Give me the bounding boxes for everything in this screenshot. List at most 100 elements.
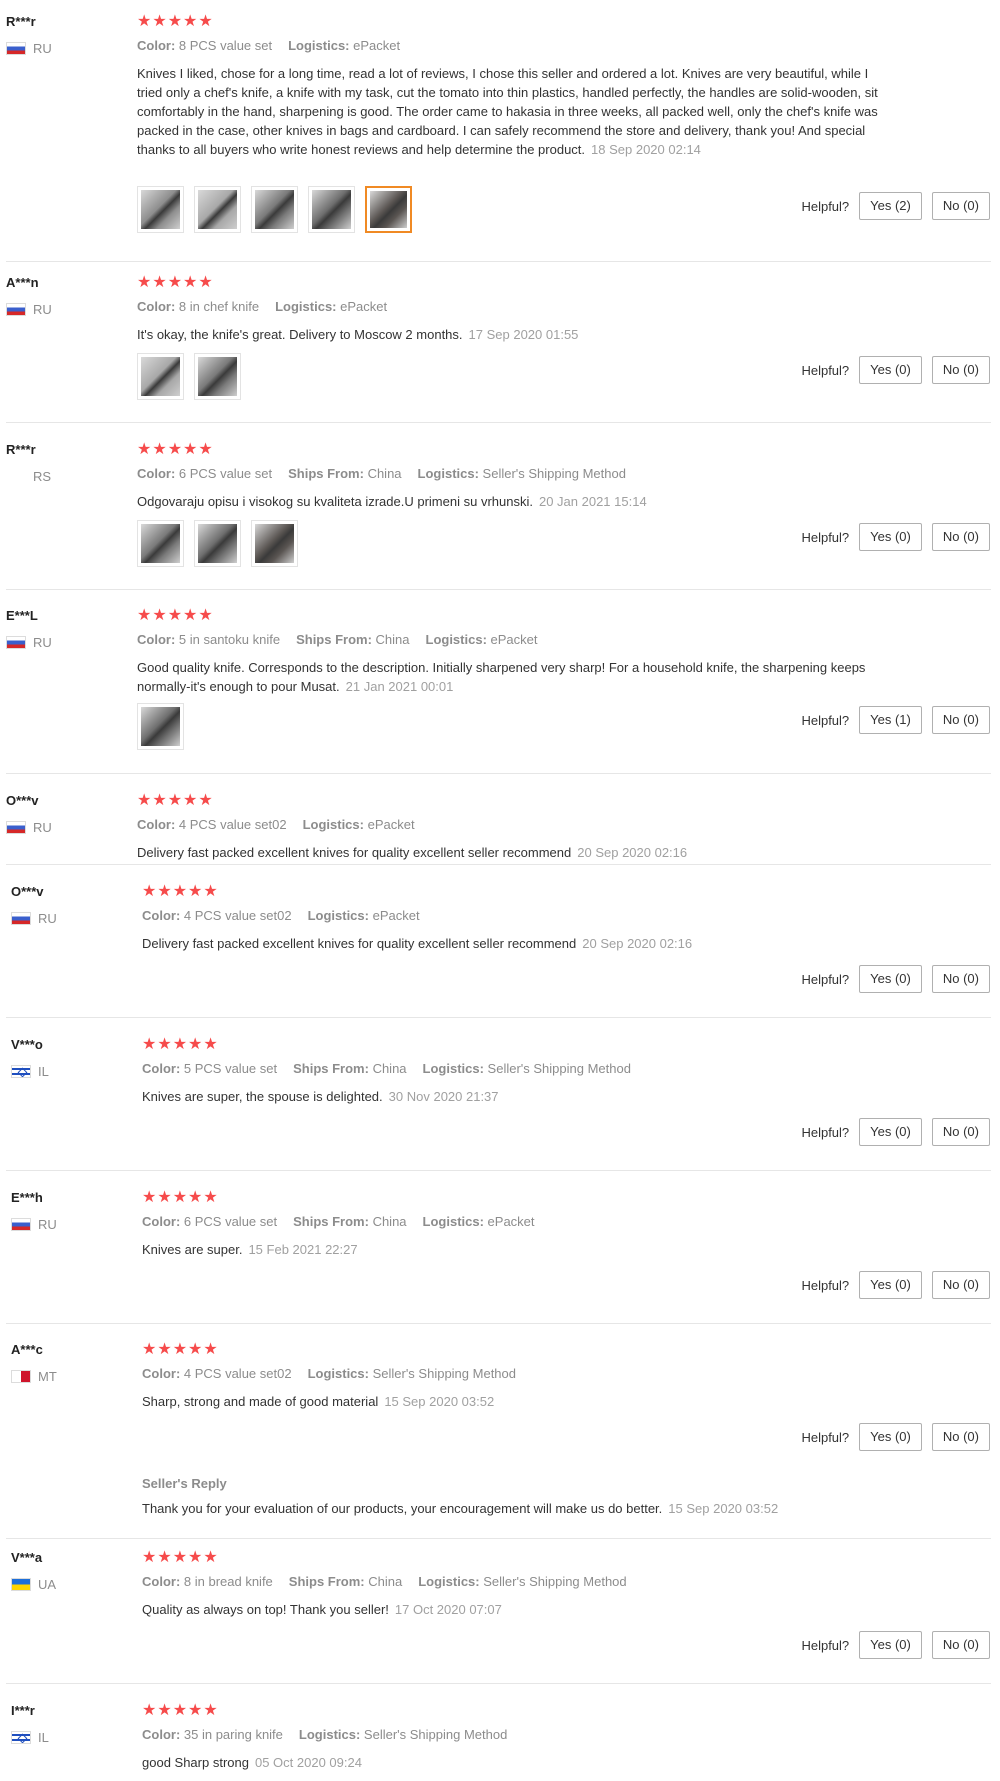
attribute-value: 8 PCS value set (178, 38, 273, 53)
review-body: Delivery fast packed excellent knives fo… (142, 936, 577, 951)
helpful-yes-button[interactable]: Yes (0) (859, 1423, 922, 1451)
buyer-name: O***v (6, 793, 39, 808)
buyer-name: V***a (11, 1550, 43, 1565)
helpful-no-button[interactable]: No (0) (931, 523, 990, 551)
helpful-yes-button[interactable]: Yes (0) (859, 1118, 922, 1146)
review-photo-thumbnail[interactable] (251, 520, 298, 567)
country-code: RU (33, 635, 52, 650)
attribute-value: ePacket (490, 632, 538, 647)
attribute-key: Color: (137, 466, 179, 481)
review-text: good Sharp strong 05 Oct 2020 09:24 (142, 1753, 902, 1772)
country-code: RU (33, 820, 52, 835)
review-photo-thumbnail[interactable] (137, 520, 184, 567)
country-code: RS (33, 469, 52, 484)
helpful-no-button[interactable]: No (0) (931, 1423, 990, 1451)
attribute-key: Color: (142, 1061, 184, 1076)
review-photo-thumbnail[interactable] (308, 186, 355, 233)
buyer-country: RU (11, 911, 57, 926)
flag-placeholder (6, 470, 33, 483)
review-date: 17 Sep 2020 01:55 (468, 327, 579, 342)
attribute-key: Logistics: (417, 466, 483, 481)
helpful-yes-button[interactable]: Yes (0) (859, 1631, 922, 1659)
attribute-value: Seller's Shipping Method (363, 1727, 508, 1742)
attribute-key: Color: (142, 1574, 184, 1589)
attribute-value: ePacket (367, 817, 415, 832)
order-attributes: Color: 6 PCS value set Ships From: China L… (137, 466, 642, 481)
attribute-key: Ships From: (288, 1574, 369, 1589)
review-body: It's okay, the knife's great. Delivery t… (137, 327, 463, 342)
review-photo-thumbnail[interactable] (365, 186, 412, 233)
country-code: RU (38, 911, 57, 926)
country-flag-icon (11, 1370, 31, 1383)
review-date: 30 Nov 2020 21:37 (388, 1089, 499, 1104)
helpful-no-button[interactable]: No (0) (931, 706, 990, 734)
helpful-no-button[interactable]: No (0) (931, 1271, 990, 1299)
helpful-yes-button[interactable]: Yes (0) (859, 965, 922, 993)
review-date: 18 Sep 2020 02:14 (591, 142, 701, 157)
review-body: Odgovaraju opisu i visokog su kvaliteta … (137, 494, 533, 509)
review-photos (137, 703, 194, 750)
helpful-yes-button[interactable]: Yes (2) (859, 192, 922, 220)
attribute-value: ePacket (372, 908, 420, 923)
attribute-key: Logistics: (422, 1061, 488, 1076)
helpful-label: Helpful? (801, 1124, 850, 1140)
attribute-key: Logistics: (422, 1214, 488, 1229)
buyer-name: E***L (6, 608, 38, 623)
helpful-voting: Helpful? Yes (1) No (0) (801, 706, 990, 734)
review-divider (6, 1170, 991, 1171)
country-code: RU (33, 41, 52, 56)
attribute-value: 6 PCS value set (178, 466, 273, 481)
attribute-value: 4 PCS value set02 (183, 1366, 292, 1381)
review-photo-thumbnail[interactable] (251, 186, 298, 233)
helpful-yes-button[interactable]: Yes (0) (859, 356, 922, 384)
helpful-no-button[interactable]: No (0) (931, 1118, 990, 1146)
knife-photo-icon (141, 524, 180, 563)
helpful-voting: Helpful? Yes (0) No (0) (801, 965, 990, 993)
attribute-value: Seller's Shipping Method (483, 1574, 627, 1589)
attribute-key: Logistics: (307, 908, 373, 923)
review-body: Knives are super, the spouse is delighte… (142, 1089, 383, 1104)
seller-reply-text: Thank you for your evaluation of our pro… (142, 1501, 778, 1516)
review-photo-thumbnail[interactable] (137, 186, 184, 233)
order-attributes: Color: 4 PCS value set02 Logistics: ePack… (137, 817, 431, 832)
helpful-no-button[interactable]: No (0) (931, 965, 990, 993)
helpful-no-button[interactable]: No (0) (931, 192, 990, 220)
review-text: Good quality knife. Corresponds to the d… (137, 658, 897, 696)
country-code: MT (38, 1369, 57, 1384)
review-photo-thumbnail[interactable] (194, 353, 241, 400)
country-flag-icon (6, 636, 26, 649)
rating-stars: ★★★★★ (137, 607, 214, 624)
review-divider (6, 1323, 991, 1324)
attribute-value: China (372, 1061, 407, 1076)
rating-stars: ★★★★★ (142, 1702, 219, 1719)
attribute-value: Seller's Shipping Method (482, 466, 626, 481)
helpful-no-button[interactable]: No (0) (931, 356, 990, 384)
review-text: It's okay, the knife's great. Delivery t… (137, 325, 897, 344)
rating-stars: ★★★★★ (137, 274, 214, 291)
knife-photo-icon (198, 357, 237, 396)
knife-photo-icon (370, 191, 407, 228)
review-divider (6, 1017, 991, 1018)
helpful-yes-button[interactable]: Yes (0) (859, 523, 922, 551)
country-code: IL (38, 1730, 49, 1745)
review-date: 15 Feb 2021 22:27 (248, 1242, 358, 1257)
buyer-name: A***n (6, 275, 39, 290)
review-photo-thumbnail[interactable] (194, 520, 241, 567)
attribute-key: Ships From: (296, 632, 376, 647)
order-attributes: Color: 8 PCS value set Logistics: ePacket (137, 38, 416, 53)
attribute-value: 5 PCS value set (183, 1061, 278, 1076)
review-body: Delivery fast packed excellent knives fo… (137, 845, 572, 860)
review-divider (6, 773, 991, 774)
country-code: RU (38, 1217, 57, 1232)
helpful-voting: Helpful? Yes (0) No (0) (801, 1423, 990, 1451)
attribute-key: Logistics: (425, 632, 491, 647)
helpful-no-button[interactable]: No (0) (931, 1631, 990, 1659)
review-photo-thumbnail[interactable] (194, 186, 241, 233)
helpful-yes-button[interactable]: Yes (0) (859, 1271, 922, 1299)
country-flag-icon (11, 1731, 31, 1744)
buyer-name: A***c (11, 1342, 43, 1357)
helpful-voting: Helpful? Yes (2) No (0) (801, 192, 990, 220)
helpful-yes-button[interactable]: Yes (1) (859, 706, 922, 734)
review-photo-thumbnail[interactable] (137, 353, 184, 400)
review-photo-thumbnail[interactable] (137, 703, 184, 750)
